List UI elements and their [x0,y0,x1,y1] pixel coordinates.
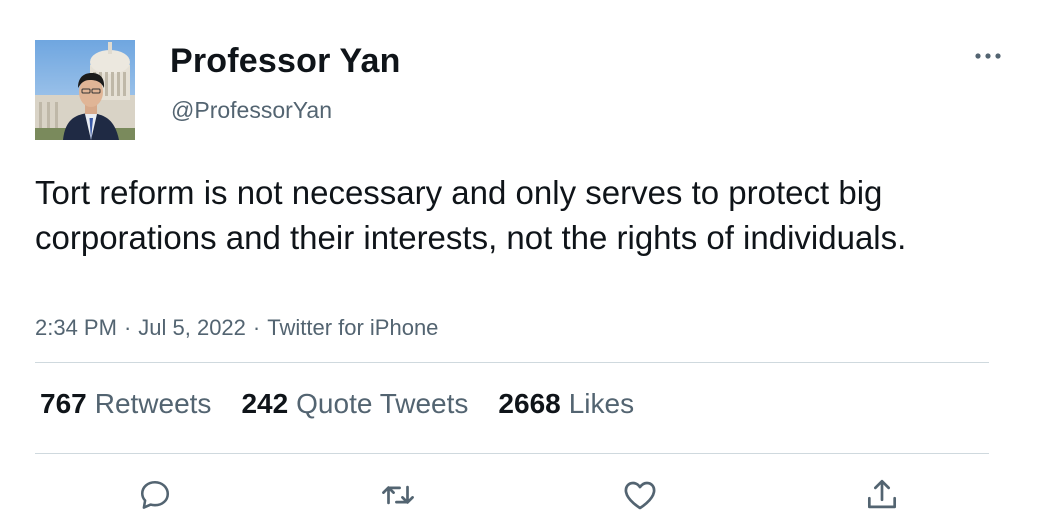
user-handle[interactable]: @ProfessorYan [171,97,332,124]
likes-count: 2668 [498,388,561,419]
share-icon [867,479,897,509]
reply-button[interactable] [135,475,175,515]
retweets-stat[interactable]: 767 Retweets [40,388,211,420]
divider [35,453,989,454]
retweets-label: Retweets [94,388,212,419]
like-button[interactable] [620,475,660,515]
display-name[interactable]: Professor Yan [170,42,401,81]
reply-icon [140,480,170,509]
retweets-count: 767 [40,388,87,419]
like-icon [624,481,656,510]
share-button[interactable] [862,475,902,515]
more-options-button[interactable] [972,44,1004,68]
avatar[interactable] [35,40,135,140]
meta-separator: · [123,315,132,340]
tweet-card: Professor Yan @ProfessorYan Tort reform … [0,0,1050,525]
more-icon [975,53,1001,59]
tweet-date[interactable]: Jul 5, 2022 [138,315,246,340]
tweet-time[interactable]: 2:34 PM [35,315,117,340]
tweet-meta: 2:34 PM · Jul 5, 2022 · Twitter for iPhone [35,315,438,341]
quote-tweets-stat[interactable]: 242 Quote Tweets [241,388,468,420]
retweet-button[interactable] [378,475,418,515]
meta-separator: · [252,315,261,340]
likes-label: Likes [568,388,635,419]
engagement-stats: 767 Retweets 242 Quote Tweets 2668 Likes [40,388,664,420]
avatar-photo [35,40,135,140]
quote-tweets-label: Quote Tweets [296,388,469,419]
retweet-icon [382,485,414,505]
tweet-text: Tort reform is not necessary and only se… [35,174,907,256]
likes-stat[interactable]: 2668 Likes [498,388,634,420]
divider [35,362,989,363]
tweet-source[interactable]: Twitter for iPhone [267,315,438,340]
quote-tweets-count: 242 [241,388,289,419]
